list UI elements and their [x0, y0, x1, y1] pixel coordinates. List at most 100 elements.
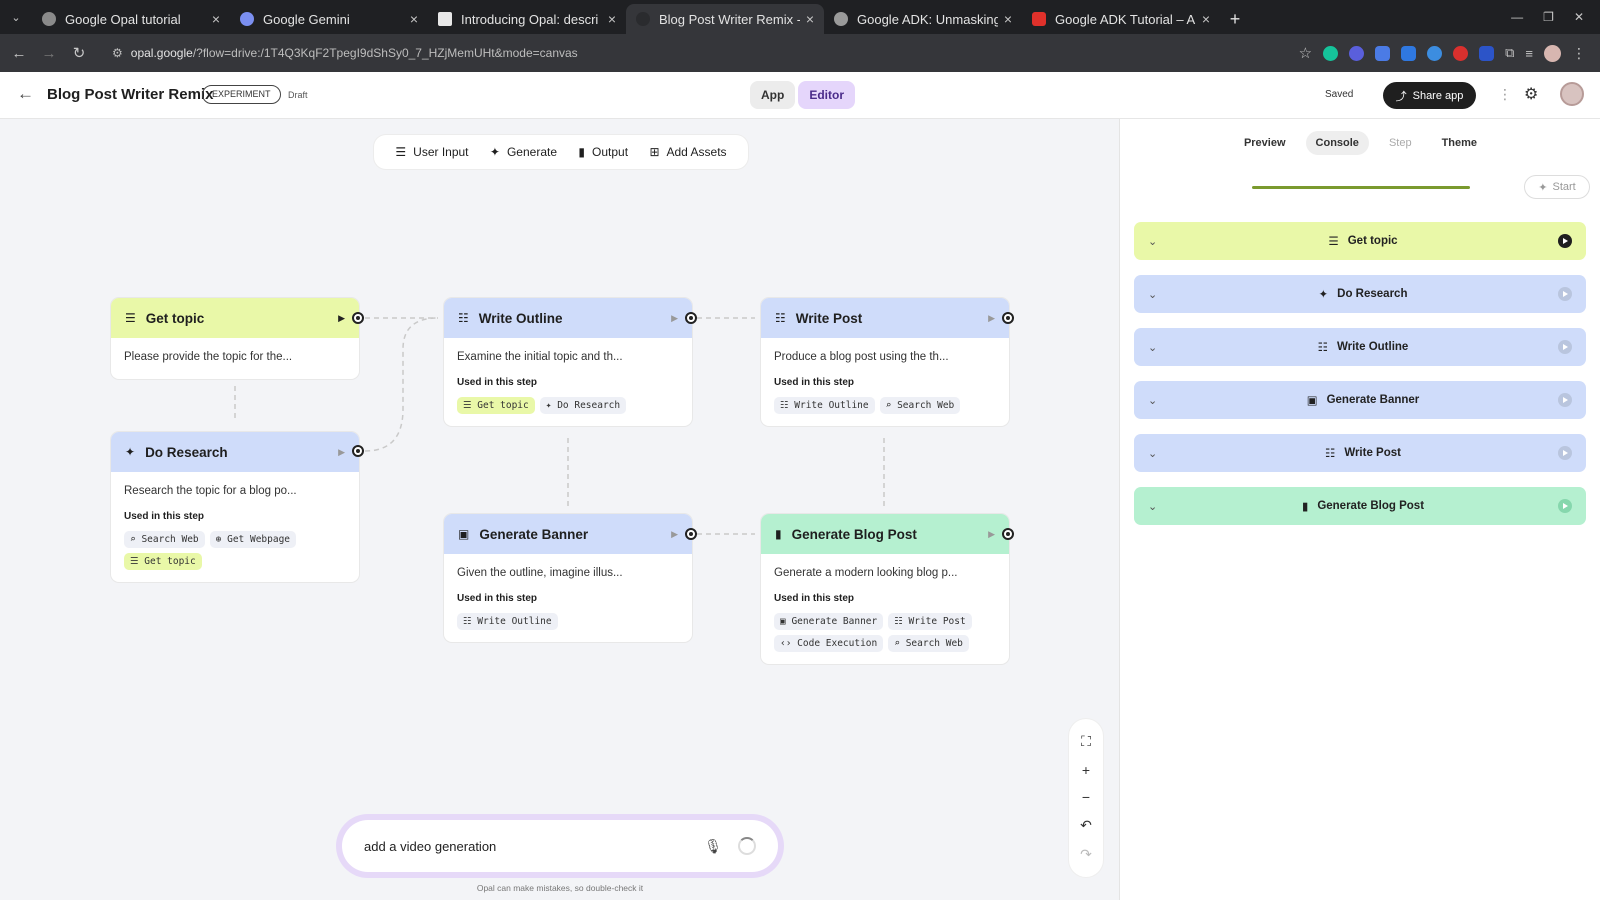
extension-icon[interactable] [1453, 45, 1469, 61]
console-step-get-topic[interactable]: ⌄ ☰ Get topic [1134, 222, 1586, 260]
forward-icon[interactable]: → [34, 45, 64, 62]
node-output-port[interactable] [1002, 312, 1014, 324]
tab-theme[interactable]: Theme [1432, 131, 1487, 155]
run-node-icon[interactable]: ▶ [988, 529, 995, 540]
puzzle-extensions-icon[interactable]: ⧉ [1505, 45, 1514, 61]
share-app-button[interactable]: ⤴ Share app [1383, 82, 1476, 109]
chevron-down-icon[interactable]: ⌄ [1148, 394, 1168, 407]
tool-chip[interactable]: ☰ Get topic [124, 553, 202, 570]
node-output-port[interactable] [352, 312, 364, 324]
restore-icon[interactable]: ❐ [1543, 10, 1554, 24]
run-node-icon[interactable]: ▶ [671, 529, 678, 540]
run-node-icon[interactable]: ▶ [338, 313, 345, 324]
console-step-write-outline[interactable]: ⌄ ☷ Write Outline [1134, 328, 1586, 366]
profile-avatar[interactable] [1544, 44, 1561, 62]
tool-chip[interactable]: ⌕ Search Web [879, 397, 961, 414]
extension-icon[interactable] [1349, 45, 1365, 61]
console-step-generate-blog-post[interactable]: ⌄ ▮ Generate Blog Post [1134, 487, 1586, 525]
run-node-icon[interactable]: ▶ [671, 313, 678, 324]
prompt-input[interactable]: add a video generation [364, 839, 704, 854]
tool-chip[interactable]: ☷ Write Outline [457, 613, 558, 630]
chevron-down-icon[interactable]: ⌄ [1148, 235, 1168, 248]
user-avatar[interactable] [1560, 82, 1584, 106]
tab-preview[interactable]: Preview [1234, 131, 1296, 155]
tab-close-icon[interactable]: × [212, 11, 220, 27]
zoom-in-icon[interactable]: + [1082, 762, 1090, 778]
browser-tab[interactable]: Google Gemini × [230, 4, 428, 34]
output-tool[interactable]: ▮ Output [578, 145, 628, 159]
new-tab-icon[interactable]: + [1220, 4, 1250, 34]
browser-tab[interactable]: Google ADK Tutorial – A × [1022, 4, 1220, 34]
tab-close-icon[interactable]: × [1202, 11, 1210, 27]
microphone-icon[interactable]: 🎙 [704, 838, 722, 855]
node-header[interactable]: ☷ Write Post ▶ [761, 298, 1009, 338]
node-do-research[interactable]: ✦ Do Research ▶ Research the topic for a… [111, 432, 359, 582]
run-step-icon[interactable] [1558, 287, 1572, 301]
node-output-port[interactable] [685, 312, 697, 324]
bookmark-star-icon[interactable]: ☆ [1299, 44, 1312, 62]
tool-chip[interactable]: ‹› Code Execution [774, 635, 884, 652]
back-icon[interactable]: ← [4, 45, 34, 62]
node-output-port[interactable] [685, 528, 697, 540]
extension-icon[interactable] [1427, 45, 1443, 61]
chevron-down-icon[interactable]: ⌄ [1148, 341, 1168, 354]
fit-view-icon[interactable]: ⛶ [1081, 733, 1091, 750]
tool-chip[interactable]: ✦ Do Research [539, 397, 627, 414]
tab-close-icon[interactable]: × [410, 11, 418, 27]
translate-extension-icon[interactable] [1375, 45, 1391, 61]
tool-chip[interactable]: ▣ Generate Banner [774, 613, 884, 630]
close-window-icon[interactable]: ✕ [1574, 10, 1584, 24]
reload-icon[interactable]: ↻ [64, 44, 94, 62]
browser-tab[interactable]: Google Opal tutorial × [32, 4, 230, 34]
node-header[interactable]: ☷ Write Outline ▶ [444, 298, 692, 338]
node-get-topic[interactable]: ☰ Get topic ▶ Please provide the topic f… [111, 298, 359, 379]
tab-search-icon[interactable]: ⌄ [0, 0, 32, 34]
node-write-outline[interactable]: ☷ Write Outline ▶ Examine the initial to… [444, 298, 692, 426]
node-output-port[interactable] [352, 445, 364, 457]
site-settings-icon[interactable]: ⚙ [112, 46, 123, 60]
browser-tab[interactable]: Introducing Opal: descri × [428, 4, 626, 34]
run-node-icon[interactable]: ▶ [988, 313, 995, 324]
zoom-out-icon[interactable]: − [1082, 789, 1090, 805]
back-arrow-icon[interactable]: ← [17, 84, 34, 104]
run-step-icon[interactable] [1558, 499, 1572, 513]
address-bar[interactable]: ⚙ opal.google/?flow=drive:/1T4Q3KqF2Tpeg… [100, 39, 1180, 67]
grammarly-extension-icon[interactable] [1323, 45, 1339, 61]
tab-close-icon[interactable]: × [1004, 11, 1012, 27]
node-generate-blog-post[interactable]: ▮ Generate Blog Post ▶ Generate a modern… [761, 514, 1009, 664]
node-header[interactable]: ▮ Generate Blog Post ▶ [761, 514, 1009, 554]
reading-list-icon[interactable]: ≡ [1525, 46, 1533, 61]
chevron-down-icon[interactable]: ⌄ [1148, 500, 1168, 513]
node-output-port[interactable] [1002, 528, 1014, 540]
add-assets-tool[interactable]: ⊞ Add Assets [649, 145, 726, 159]
more-options-icon[interactable]: ⋮ [1498, 86, 1512, 103]
extension-icon[interactable] [1401, 45, 1417, 61]
tool-chip[interactable]: ⌕ Search Web [124, 531, 205, 548]
chevron-down-icon[interactable]: ⌄ [1148, 447, 1168, 460]
chevron-down-icon[interactable]: ⌄ [1148, 288, 1168, 301]
redo-icon[interactable]: ↷ [1080, 846, 1092, 863]
node-header[interactable]: ▣ Generate Banner ▶ [444, 514, 692, 554]
tab-close-icon[interactable]: × [608, 11, 616, 27]
run-step-icon[interactable] [1558, 393, 1572, 407]
run-node-icon[interactable]: ▶ [338, 447, 345, 458]
console-step-do-research[interactable]: ⌄ ✦ Do Research [1134, 275, 1586, 313]
minimize-icon[interactable]: — [1511, 10, 1523, 24]
tool-chip[interactable]: ⌕ Search Web [888, 635, 969, 652]
tool-chip[interactable]: ☰ Get topic [457, 397, 535, 414]
node-generate-banner[interactable]: ▣ Generate Banner ▶ Given the outline, i… [444, 514, 692, 642]
run-step-icon[interactable] [1558, 234, 1572, 248]
tab-step[interactable]: Step [1379, 131, 1422, 155]
editor-mode-button[interactable]: Editor [798, 81, 855, 109]
extension-icon[interactable] [1479, 45, 1495, 61]
console-step-generate-banner[interactable]: ⌄ ▣ Generate Banner [1134, 381, 1586, 419]
app-mode-button[interactable]: App [750, 81, 796, 109]
node-header[interactable]: ☰ Get topic ▶ [111, 298, 359, 338]
browser-tab[interactable]: Google ADK: Unmasking × [824, 4, 1022, 34]
start-button[interactable]: ✦ Start [1524, 175, 1590, 199]
undo-icon[interactable]: ↶ [1080, 817, 1092, 834]
tool-chip[interactable]: ☷ Write Post [888, 613, 972, 630]
tab-console[interactable]: Console [1305, 131, 1369, 155]
user-input-tool[interactable]: ☰ User Input [395, 145, 468, 159]
browser-menu-icon[interactable]: ⋮ [1572, 45, 1586, 62]
